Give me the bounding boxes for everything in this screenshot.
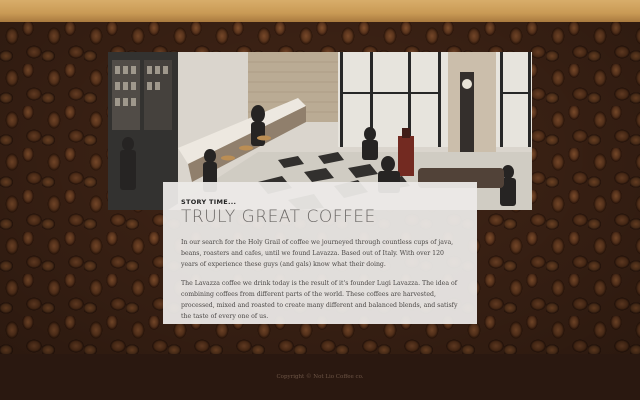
- story-headline: TRULY GREAT COFFEE: [181, 207, 376, 227]
- footer-copyright: Copyright © Not Lio Coffee co.: [276, 374, 364, 380]
- story-paragraph: In our search for the Holy Grail of coff…: [181, 239, 454, 268]
- top-strip: [0, 0, 640, 22]
- story-paragraph: The Lavazza coffee we drink today is the…: [181, 280, 458, 320]
- story-eyebrow: STORY TIME...: [181, 198, 237, 206]
- story-card: STORY TIME... TRULY GREAT COFFEE In our …: [163, 182, 477, 324]
